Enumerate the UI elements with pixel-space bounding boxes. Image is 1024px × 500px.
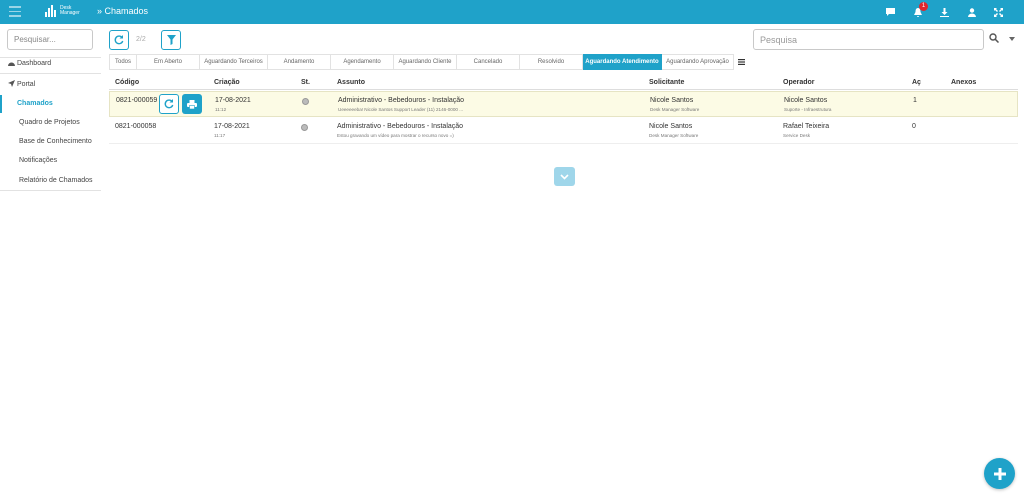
dashboard-icon (8, 62, 15, 66)
sidebar-item-notificacoes[interactable]: Notificações (0, 157, 101, 164)
ticket-date: 17-08-2021 (215, 97, 251, 104)
tab-andamento[interactable]: Andamento (268, 54, 331, 70)
top-icons: 1 (877, 2, 1012, 19)
plus-icon (993, 467, 1006, 480)
ticket-actions-count: 1 (913, 97, 917, 104)
tab-aguardando-terceiros[interactable]: Aguardando Terceiros (200, 54, 268, 70)
tab-agendamento[interactable]: Agendamento (331, 54, 394, 70)
column-header-status[interactable]: St. (301, 79, 310, 86)
tab-aguardando-atendimento[interactable]: Aguardando Atendimento (583, 54, 662, 70)
sidebar-divider (0, 190, 101, 191)
tab-aguardando-aprovacao[interactable]: Aguardando Aprovação (662, 54, 734, 70)
tab-resolvido[interactable]: Resolvido (520, 54, 583, 70)
sidebar-item-label: Dashboard (16, 60, 52, 67)
logo-bars-icon (45, 5, 57, 17)
row-refresh-button[interactable] (159, 94, 179, 114)
refresh-icon (114, 35, 124, 45)
ticket-subject[interactable]: Administrativo - Bebedouros - Instalação (338, 97, 464, 104)
load-more-button[interactable] (554, 167, 575, 186)
expand-icon[interactable] (985, 5, 1012, 19)
ticket-requester-company: Desk Manager Software (649, 133, 699, 138)
ticket-code[interactable]: 0821-000059 (116, 97, 157, 104)
sidebar-search-input[interactable]: Pesquisar... (7, 29, 93, 50)
page-title: » Chamados (97, 6, 149, 16)
chevron-down-icon[interactable] (1009, 37, 1015, 41)
sidebar-item-quadro-de-projetos[interactable]: Quadro de Projetos (0, 119, 101, 126)
ticket-operator: Nicole Santos (784, 97, 828, 104)
ticket-requester: Nicole Santos (650, 97, 694, 104)
chat-icon[interactable] (877, 5, 904, 19)
tab-cancelado[interactable]: Cancelado (457, 54, 520, 70)
column-header-anexos[interactable]: Anexos (951, 79, 976, 86)
column-header-operador[interactable]: Operador (783, 79, 815, 86)
ticket-time: 11:17 (214, 133, 226, 138)
ticket-subject-preview: Ueeeeeeba! Nicole Santos Support Leader … (338, 107, 464, 112)
refresh-button[interactable] (109, 30, 129, 50)
sidebar-item-base-de-conhecimento[interactable]: Base de Conhecimento (0, 138, 101, 145)
tab-aguardando-cliente[interactable]: Aguardando Cliente (394, 54, 457, 70)
chevron-down-icon (560, 173, 569, 180)
notification-badge: 1 (919, 2, 928, 11)
ticket-operator-group: Service Desk (783, 133, 811, 138)
ticket-requester-company: Desk Manager Software (650, 107, 700, 112)
ticket-date: 17-08-2021 (214, 123, 250, 130)
table-row[interactable]: 0821-000058 17-08-2021 11:17 Administrat… (109, 118, 1018, 144)
row-print-button[interactable] (182, 94, 202, 114)
logo[interactable]: Desk Manager (45, 5, 80, 17)
ticket-subject-preview: Estou gravando um vídeo para mostrar o r… (337, 133, 454, 138)
ticket-requester: Nicole Santos (649, 123, 693, 130)
printer-icon (187, 99, 197, 109)
download-icon[interactable] (931, 5, 958, 19)
column-header-codigo[interactable]: Código (115, 79, 139, 86)
tab-todos[interactable]: Todos (109, 54, 137, 70)
column-header-solicitante[interactable]: Solicitante (649, 79, 684, 86)
hamburger-icon[interactable] (9, 6, 21, 17)
ticket-operator: Rafael Teixeira (783, 123, 830, 130)
sidebar-divider (0, 57, 101, 58)
status-tabs: Todos Em Aberto Aguardando Terceiros And… (109, 54, 748, 70)
logo-line2: Manager (60, 10, 80, 16)
column-header-criacao[interactable]: Criação (214, 79, 240, 86)
record-counter: 2/2 (136, 36, 146, 43)
search-input[interactable]: Pesquisa (753, 29, 984, 50)
column-header-assunto[interactable]: Assunto (337, 79, 365, 86)
tab-em-aberto[interactable]: Em Aberto (137, 54, 200, 70)
ticket-operator-group: Suporte - Infraestrutura (784, 107, 832, 112)
ticket-subject[interactable]: Administrativo - Bebedouros - Instalação (337, 123, 463, 130)
table-row[interactable]: 0821-000059 17-08-2021 11:12 Administrat… (109, 91, 1018, 117)
sidebar-item-portal[interactable]: Portal (0, 80, 101, 88)
filter-button[interactable] (161, 30, 181, 50)
ticket-time: 11:12 (215, 107, 227, 112)
table-header: Código Criação St. Assunto Solicitante O… (109, 76, 1018, 90)
status-clock-icon (302, 98, 309, 105)
bell-icon[interactable]: 1 (904, 2, 931, 19)
send-arrow-icon (8, 80, 15, 87)
column-header-acoes[interactable]: Aç (912, 79, 921, 86)
sidebar-item-chamados[interactable]: Chamados (0, 100, 101, 107)
ticket-code[interactable]: 0821-000058 (115, 123, 156, 130)
top-bar: Desk Manager » Chamados 1 (0, 0, 1024, 24)
status-clock-icon (301, 124, 308, 131)
filter-icon (166, 35, 176, 45)
search-icon[interactable] (989, 33, 999, 43)
add-ticket-button[interactable] (984, 458, 1015, 489)
sidebar-item-dashboard[interactable]: Dashboard (0, 60, 101, 67)
ticket-actions-count: 0 (912, 123, 916, 130)
tabs-menu-icon[interactable] (734, 54, 748, 70)
refresh-icon (164, 99, 174, 109)
sidebar-item-label: Portal (16, 81, 36, 88)
sidebar-divider (0, 73, 101, 74)
sidebar: Pesquisar... Dashboard Portal Chamados Q… (0, 24, 101, 500)
user-icon[interactable] (958, 5, 985, 19)
sidebar-item-relatorio-de-chamados[interactable]: Relatório de Chamados (0, 177, 101, 184)
